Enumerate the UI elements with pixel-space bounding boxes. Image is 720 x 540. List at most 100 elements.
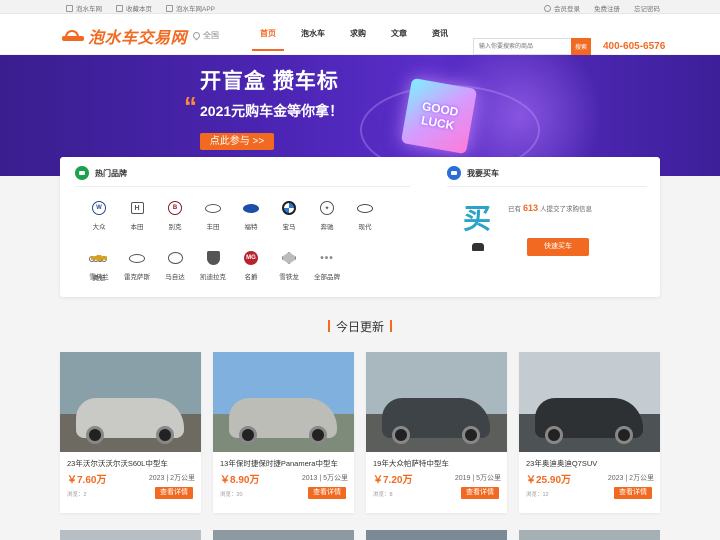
buy-request-count: 已有 613 人提交了求购信息 <box>508 203 593 213</box>
site-logo[interactable]: 泡水车交易网 <box>62 24 187 48</box>
brand-benz[interactable]: ✦ 奔驰 <box>308 200 346 231</box>
brand-toyota[interactable]: 丰田 <box>194 200 232 231</box>
top-utility-bar: 泡水车网 收藏本页 泡水车网APP 会员登录 免费注册 忘记密码 <box>0 0 720 14</box>
car-view-count: 浏览：2 <box>67 492 87 498</box>
brand-citroen[interactable]: 雪铁龙 <box>270 250 308 281</box>
car-list-next-row <box>60 530 660 540</box>
search-input[interactable] <box>473 38 571 55</box>
cadillac-logo-icon <box>205 250 221 266</box>
more-dots-icon: ••• <box>320 252 334 264</box>
quote-mark-icon: “ <box>184 91 197 121</box>
main-nav: 首页 泡水车 求购 文章 资讯 <box>252 14 465 54</box>
brand-lexus[interactable]: 雷克萨斯 <box>118 250 156 281</box>
bookmark-link[interactable]: 收藏本页 <box>116 3 152 13</box>
car-card[interactable]: 23年沃尔沃沃尔沃S60L中型车 ￥7.60万 2023 | 2万公里 浏览：2… <box>60 352 201 513</box>
car-view-count: 浏览：8 <box>373 492 393 498</box>
car-card[interactable]: 13年保时捷保时捷Panamera中型车 ￥8.90万 2013 | 5万公里 … <box>213 352 354 513</box>
view-details-button[interactable]: 查看详情 <box>614 487 652 499</box>
car-logo-icon <box>62 29 84 43</box>
ford-logo-icon <box>243 200 259 216</box>
brand-cadillac[interactable]: 凯迪拉克 <box>194 250 232 281</box>
brand-mg[interactable]: MG 名爵 <box>232 250 270 281</box>
car-photo[interactable] <box>366 352 507 452</box>
brand-ford[interactable]: 福特 <box>232 200 270 231</box>
home-link[interactable]: 泡水车网 <box>66 3 102 13</box>
location-pin-icon <box>191 30 202 41</box>
star-icon <box>116 4 123 12</box>
search-button[interactable]: 搜索 <box>571 38 591 55</box>
banner-cta-button[interactable]: 点此参与 >> <box>200 133 274 150</box>
site-header: 泡水车交易网 全国 首页 泡水车 求购 文章 资讯 搜索 400-605-657… <box>0 14 720 55</box>
mazda-logo-icon <box>167 250 183 266</box>
car-badge-icon <box>75 166 89 180</box>
citroen-logo-icon <box>281 250 297 266</box>
car-price: ￥7.20万 <box>373 475 413 486</box>
car-thumbnail[interactable] <box>366 530 507 540</box>
car-price: ￥25.90万 <box>526 475 572 486</box>
chevrolet-logo-icon <box>91 250 107 266</box>
car-list: 23年沃尔沃沃尔沃S60L中型车 ￥7.60万 2023 | 2万公里 浏览：2… <box>60 352 660 513</box>
banner-subtitle: 2021元购车金等你拿！ <box>200 103 344 119</box>
lexus-logo-icon <box>129 250 145 266</box>
brand-hyundai[interactable]: 现代 <box>346 200 384 231</box>
lucky-box-image: GOOD LUCK <box>400 77 478 155</box>
brand-honda[interactable]: H 本田 <box>118 200 156 231</box>
car-title[interactable]: 23年奥迪奥迪Q7SUV <box>526 458 597 469</box>
small-car-icon <box>472 243 484 251</box>
buy-char-graphic: 买 <box>463 203 492 234</box>
buy-car-header: 我要买车 <box>447 166 499 180</box>
nav-home[interactable]: 首页 <box>252 14 284 54</box>
brand-bmw[interactable]: 宝马 <box>270 200 308 231</box>
brand-all[interactable]: ••• 全部品牌 <box>308 250 346 282</box>
vw-logo-icon: W <box>91 200 107 216</box>
car-year-mileage: 2023 | 2万公里 <box>148 475 195 482</box>
view-details-button[interactable]: 查看详情 <box>461 487 499 499</box>
mg-logo-icon: MG <box>243 250 259 266</box>
brand-vw[interactable]: W 大众 <box>80 200 118 231</box>
car-thumbnail[interactable] <box>213 530 354 540</box>
nav-flood-cars[interactable]: 泡水车 <box>293 14 333 54</box>
car-photo[interactable] <box>519 352 660 452</box>
brand-buick[interactable]: B 别克 <box>156 200 194 231</box>
car-price: ￥8.90万 <box>220 475 260 486</box>
car-year-mileage: 2013 | 5万公里 <box>301 475 348 482</box>
register-link[interactable]: 免费注册 <box>594 3 620 13</box>
car-title[interactable]: 19年大众帕萨特中型车 <box>373 458 449 469</box>
bmw-logo-icon <box>281 200 297 216</box>
hot-brands-header: 热门品牌 <box>75 166 127 180</box>
car-view-count: 浏览：20 <box>220 492 243 498</box>
nav-wanted[interactable]: 求购 <box>342 14 374 54</box>
view-details-button[interactable]: 查看详情 <box>308 487 346 499</box>
car-card[interactable]: 19年大众帕萨特中型车 ￥7.20万 2019 | 5万公里 浏览：8 查看详情 <box>366 352 507 513</box>
nav-news[interactable]: 资讯 <box>424 14 456 54</box>
view-details-button[interactable]: 查看详情 <box>155 487 193 499</box>
toyota-logo-icon <box>205 200 221 216</box>
nav-articles[interactable]: 文章 <box>383 14 415 54</box>
hotline-phone: 400-605-6576 <box>603 41 666 52</box>
car-card[interactable]: 23年奥迪奥迪Q7SUV ￥25.90万 2023 | 2万公里 浏览：12 查… <box>519 352 660 513</box>
car-view-count: 浏览：12 <box>526 492 549 498</box>
car-title[interactable]: 23年沃尔沃沃尔沃S60L中型车 <box>67 458 168 469</box>
car-thumbnail[interactable] <box>60 530 201 540</box>
benz-logo-icon: ✦ <box>319 200 335 216</box>
basket-icon <box>447 166 461 180</box>
home-icon <box>66 4 73 12</box>
brand-grid-row2: 雪佛兰 雷克萨斯 马自达 凯迪拉克 MG 名爵 雪铁龙 ••• 全部品牌 <box>80 250 346 281</box>
car-title[interactable]: 13年保时捷保时捷Panamera中型车 <box>220 458 338 469</box>
login-link[interactable]: 会员登录 <box>544 3 580 13</box>
brand-mazda[interactable]: 马自达 <box>156 250 194 281</box>
brand-chevrolet[interactable]: 雪佛兰 <box>80 250 118 281</box>
honda-logo-icon: H <box>129 200 145 216</box>
car-thumbnail[interactable] <box>519 530 660 540</box>
car-year-mileage: 2023 | 2万公里 <box>607 475 654 482</box>
location-selector[interactable]: 全国 <box>191 30 219 41</box>
hyundai-logo-icon <box>357 200 373 216</box>
app-link[interactable]: 泡水车网APP <box>166 3 215 13</box>
car-year-mileage: 2019 | 5万公里 <box>454 475 501 482</box>
search-box: 搜索 <box>473 38 591 55</box>
forgot-password-link[interactable]: 忘记密码 <box>634 3 660 13</box>
quick-buy-button[interactable]: 快速买车 <box>527 238 589 256</box>
car-photo[interactable] <box>213 352 354 452</box>
buick-logo-icon: B <box>167 200 183 216</box>
car-photo[interactable] <box>60 352 201 452</box>
